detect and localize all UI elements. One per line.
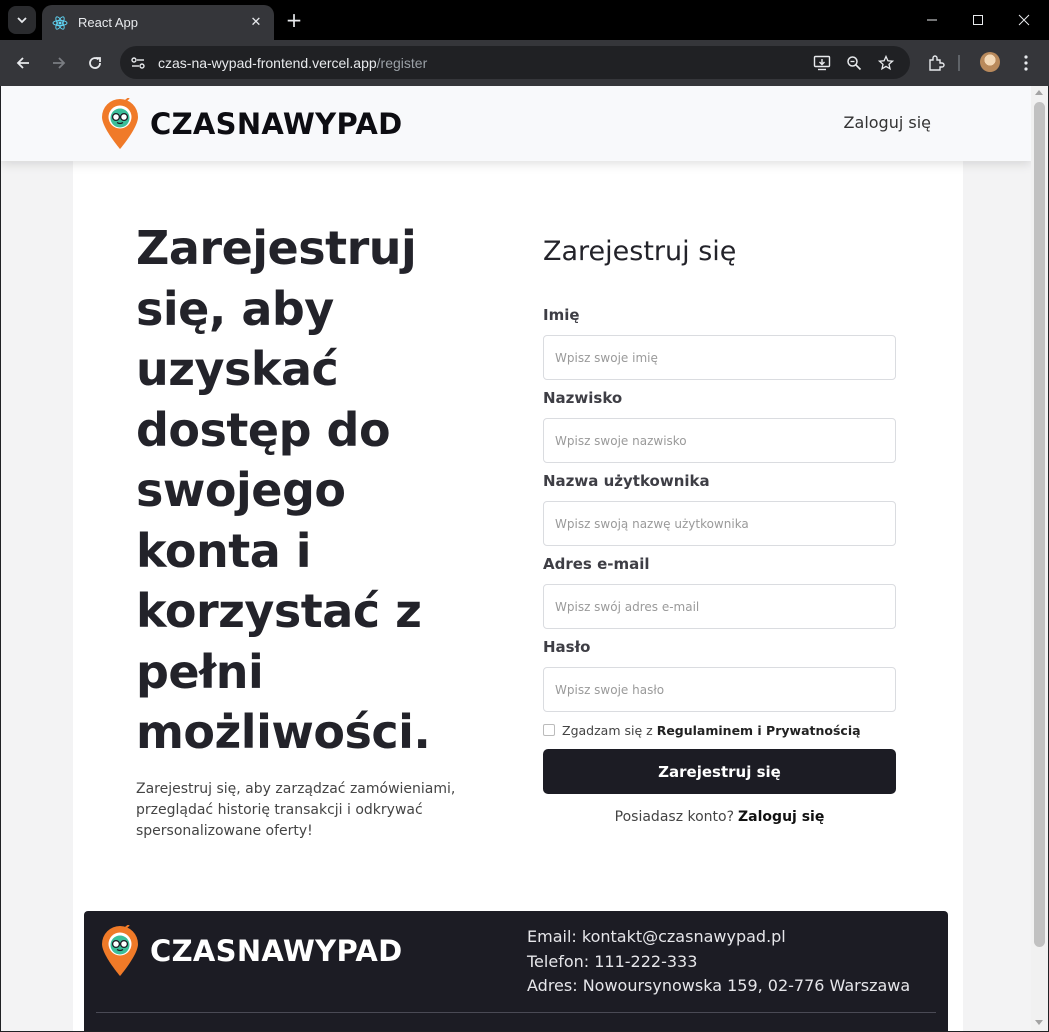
footer-logo-text: CZASNAWYPAD [150,934,403,968]
url-path: /register [376,54,428,71]
email-input[interactable] [543,584,896,629]
browser-toolbar: czas-na-wypad-frontend.vercel.app/regist… [0,40,1049,86]
reload-icon [89,57,101,69]
location-pin-logo-icon [102,98,138,149]
url-text: czas-na-wypad-frontend.vercel.app/regist… [158,55,427,71]
email-label: Adres e-mail [543,555,650,573]
new-tab-button[interactable]: + [282,8,306,32]
login-link[interactable]: Zaloguj się [738,809,824,825]
first-name-input[interactable] [543,335,896,380]
site-footer: CZASNAWYPAD Email: kontakt@czasnawypad.p… [84,911,948,1031]
profile-avatar[interactable] [980,52,1000,72]
username-label: Nazwa użytkownika [543,472,710,490]
terms-checkbox[interactable] [543,724,555,736]
page-viewport: CZASNAWYPAD Zaloguj się Zarejestruj się,… [1,86,1031,1031]
minimize-icon [927,19,937,21]
arrow-right-icon [53,57,66,69]
tab-search-button[interactable] [8,6,36,34]
scroll-down-arrow[interactable] [1035,1020,1043,1025]
have-account-text: Posiadasz konto? [614,809,735,825]
header-logo[interactable]: CZASNAWYPAD [100,98,402,150]
close-window-button[interactable] [1001,0,1047,40]
close-icon [1018,14,1030,26]
terms-row: Zgadzam się z Regulaminem i Prywatnością [543,721,896,739]
terms-link[interactable]: Regulaminem i Prywatnością [657,723,861,738]
footer-divider [96,1012,936,1013]
toolbar-divider [958,55,960,71]
page-scrollbar[interactable] [1031,86,1048,1031]
last-name-input[interactable] [543,418,896,463]
tab-title: React App [78,15,138,30]
site-header: CZASNAWYPAD Zaloguj się [1,86,1031,161]
menu-icon[interactable] [1014,51,1038,75]
minimize-button[interactable] [909,0,955,40]
footer-contact: Email: kontakt@czasnawypad.pl Telefon: 1… [527,925,910,999]
hero-title: Zarejestruj się, aby uzyskać dostęp do s… [136,221,431,759]
form-title: Zarejestruj się [543,236,737,267]
footer-email: Email: kontakt@czasnawypad.pl [527,927,786,946]
chevron-down-icon [17,17,27,24]
register-form: Zarejestruj się Imię Nazwisko Nazwa użyt… [543,236,896,825]
install-app-icon[interactable] [812,53,832,73]
logo-text: CZASNAWYPAD [150,107,403,141]
hero-subtitle: Zarejestruj się, aby zarządzać zamówieni… [136,781,456,839]
react-icon [52,15,68,30]
password-input[interactable] [543,667,896,712]
address-bar[interactable]: czas-na-wypad-frontend.vercel.app/regist… [120,46,910,79]
back-button[interactable] [9,49,37,77]
terms-text: Zgadzam się z [562,722,653,738]
browser-tab-bar: React App ✕ + [0,0,1049,40]
scroll-thumb[interactable] [1034,102,1045,947]
scroll-up-arrow[interactable] [1035,90,1043,95]
forward-button[interactable] [45,49,73,77]
maximize-button[interactable] [955,0,1001,40]
zoom-icon[interactable] [844,53,864,73]
password-label: Hasło [543,638,591,656]
header-login-link[interactable]: Zaloguj się [844,113,931,132]
reload-button[interactable] [81,49,109,77]
star-icon[interactable] [876,53,896,73]
last-name-label: Nazwisko [543,389,623,407]
have-account-row: Posiadasz konto? Zaloguj się [543,809,896,825]
url-host: czas-na-wypad-frontend.vercel.app [158,54,377,71]
footer-phone: Telefon: 111-222-333 [527,951,698,971]
first-name-label: Imię [543,306,580,324]
site-settings-icon[interactable] [128,53,148,73]
extensions-icon[interactable] [924,51,948,75]
browser-tab[interactable]: React App ✕ [42,5,274,40]
close-icon[interactable]: ✕ [248,15,264,30]
footer-address: Adres: Nowoursynowska 159, 02-776 Warsza… [527,976,911,995]
maximize-icon [973,15,983,25]
arrow-left-icon [16,57,29,69]
location-pin-logo-icon [102,925,138,976]
register-submit-button[interactable]: Zarejestruj się [543,749,896,794]
footer-logo[interactable]: CZASNAWYPAD [100,925,402,977]
username-input[interactable] [543,501,896,546]
